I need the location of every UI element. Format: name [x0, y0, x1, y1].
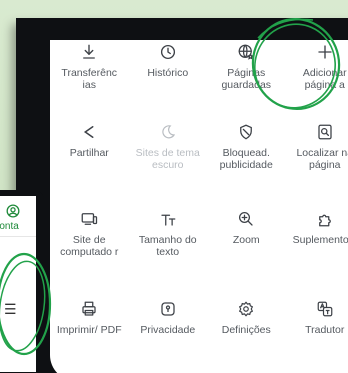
moon-icon: [158, 122, 178, 142]
menu-item-history[interactable]: Histórico: [129, 40, 208, 120]
menu-item-label: Privacidade: [140, 324, 196, 336]
menu-item-find-in-page[interactable]: Localizar na página: [286, 120, 348, 207]
menu-item-zoom[interactable]: Zoom: [207, 207, 286, 297]
phone-frame: Transferênc ias Histórico Páginas guarda…: [16, 18, 348, 373]
menu-item-dark-theme-sites[interactable]: Sites de tema escuro: [129, 120, 208, 207]
menu-item-label: Zoom: [232, 234, 260, 246]
download-icon: [79, 42, 99, 62]
menu-item-label: Tamanho do texto: [138, 234, 197, 258]
divider: [0, 236, 36, 237]
secondary-phone-frame: a conta ☰: [0, 190, 44, 373]
menu-item-share[interactable]: Partilhar: [50, 120, 129, 207]
menu-item-add-page[interactable]: Adicionar página a: [286, 40, 348, 120]
menu-grid: Transferênc ias Histórico Páginas guarda…: [50, 40, 348, 370]
menu-item-label: Histórico: [147, 67, 189, 79]
account-label[interactable]: a conta: [0, 221, 36, 232]
menu-item-print-pdf[interactable]: Imprimir/ PDF: [50, 297, 129, 370]
menu-item-privacy[interactable]: Privacidade: [129, 297, 208, 370]
print-icon: [79, 299, 99, 319]
translate-icon: [315, 299, 335, 319]
share-icon: [79, 122, 99, 142]
zoom-icon: [236, 209, 256, 229]
menu-item-label: Páginas guardadas: [221, 67, 272, 91]
menu-item-label: Tradutor: [305, 324, 345, 336]
menu-item-text-size[interactable]: Tamanho do texto: [129, 207, 208, 297]
hamburger-icon[interactable]: ☰: [4, 301, 17, 318]
menu-item-label: Definições: [221, 324, 271, 336]
desktop-icon: [79, 209, 99, 229]
menu-item-label: Partilhar: [69, 147, 109, 159]
menu-item-translator[interactable]: Tradutor: [286, 297, 348, 370]
plus-icon: [315, 42, 335, 62]
menu-item-label: Bloquead. publicidade: [219, 147, 273, 171]
menu-item-desktop-site[interactable]: Site de computado r: [50, 207, 129, 297]
menu-item-label: Localizar na página: [296, 147, 348, 171]
secondary-phone-screen: a conta ☰: [0, 196, 36, 372]
text-size-icon: [158, 209, 178, 229]
menu-item-label: Sites de tema escuro: [135, 147, 200, 171]
shield-icon: [158, 299, 178, 319]
menu-item-ad-block[interactable]: Bloquead. publicidade: [207, 120, 286, 207]
menu-item-label: Site de computado r: [60, 234, 119, 258]
menu-item-settings[interactable]: Definições: [207, 297, 286, 370]
menu-item-extensions[interactable]: Suplemento s: [286, 207, 348, 297]
clock-icon: [158, 42, 178, 62]
gear-icon: [236, 299, 256, 319]
globe-star-icon: [236, 42, 256, 62]
find-in-page-icon: [315, 122, 335, 142]
menu-item-label: Transferênc ias: [61, 67, 118, 91]
browser-menu-screen: Transferênc ias Histórico Páginas guarda…: [50, 40, 348, 373]
menu-item-label: Imprimir/ PDF: [56, 324, 122, 336]
menu-item-saved-pages[interactable]: Páginas guardadas: [207, 40, 286, 120]
menu-item-label: Suplemento s: [292, 234, 348, 246]
block-icon: [236, 122, 256, 142]
puzzle-icon: [315, 209, 335, 229]
menu-item-downloads[interactable]: Transferênc ias: [50, 40, 129, 120]
menu-item-label: Adicionar página a: [302, 67, 347, 91]
